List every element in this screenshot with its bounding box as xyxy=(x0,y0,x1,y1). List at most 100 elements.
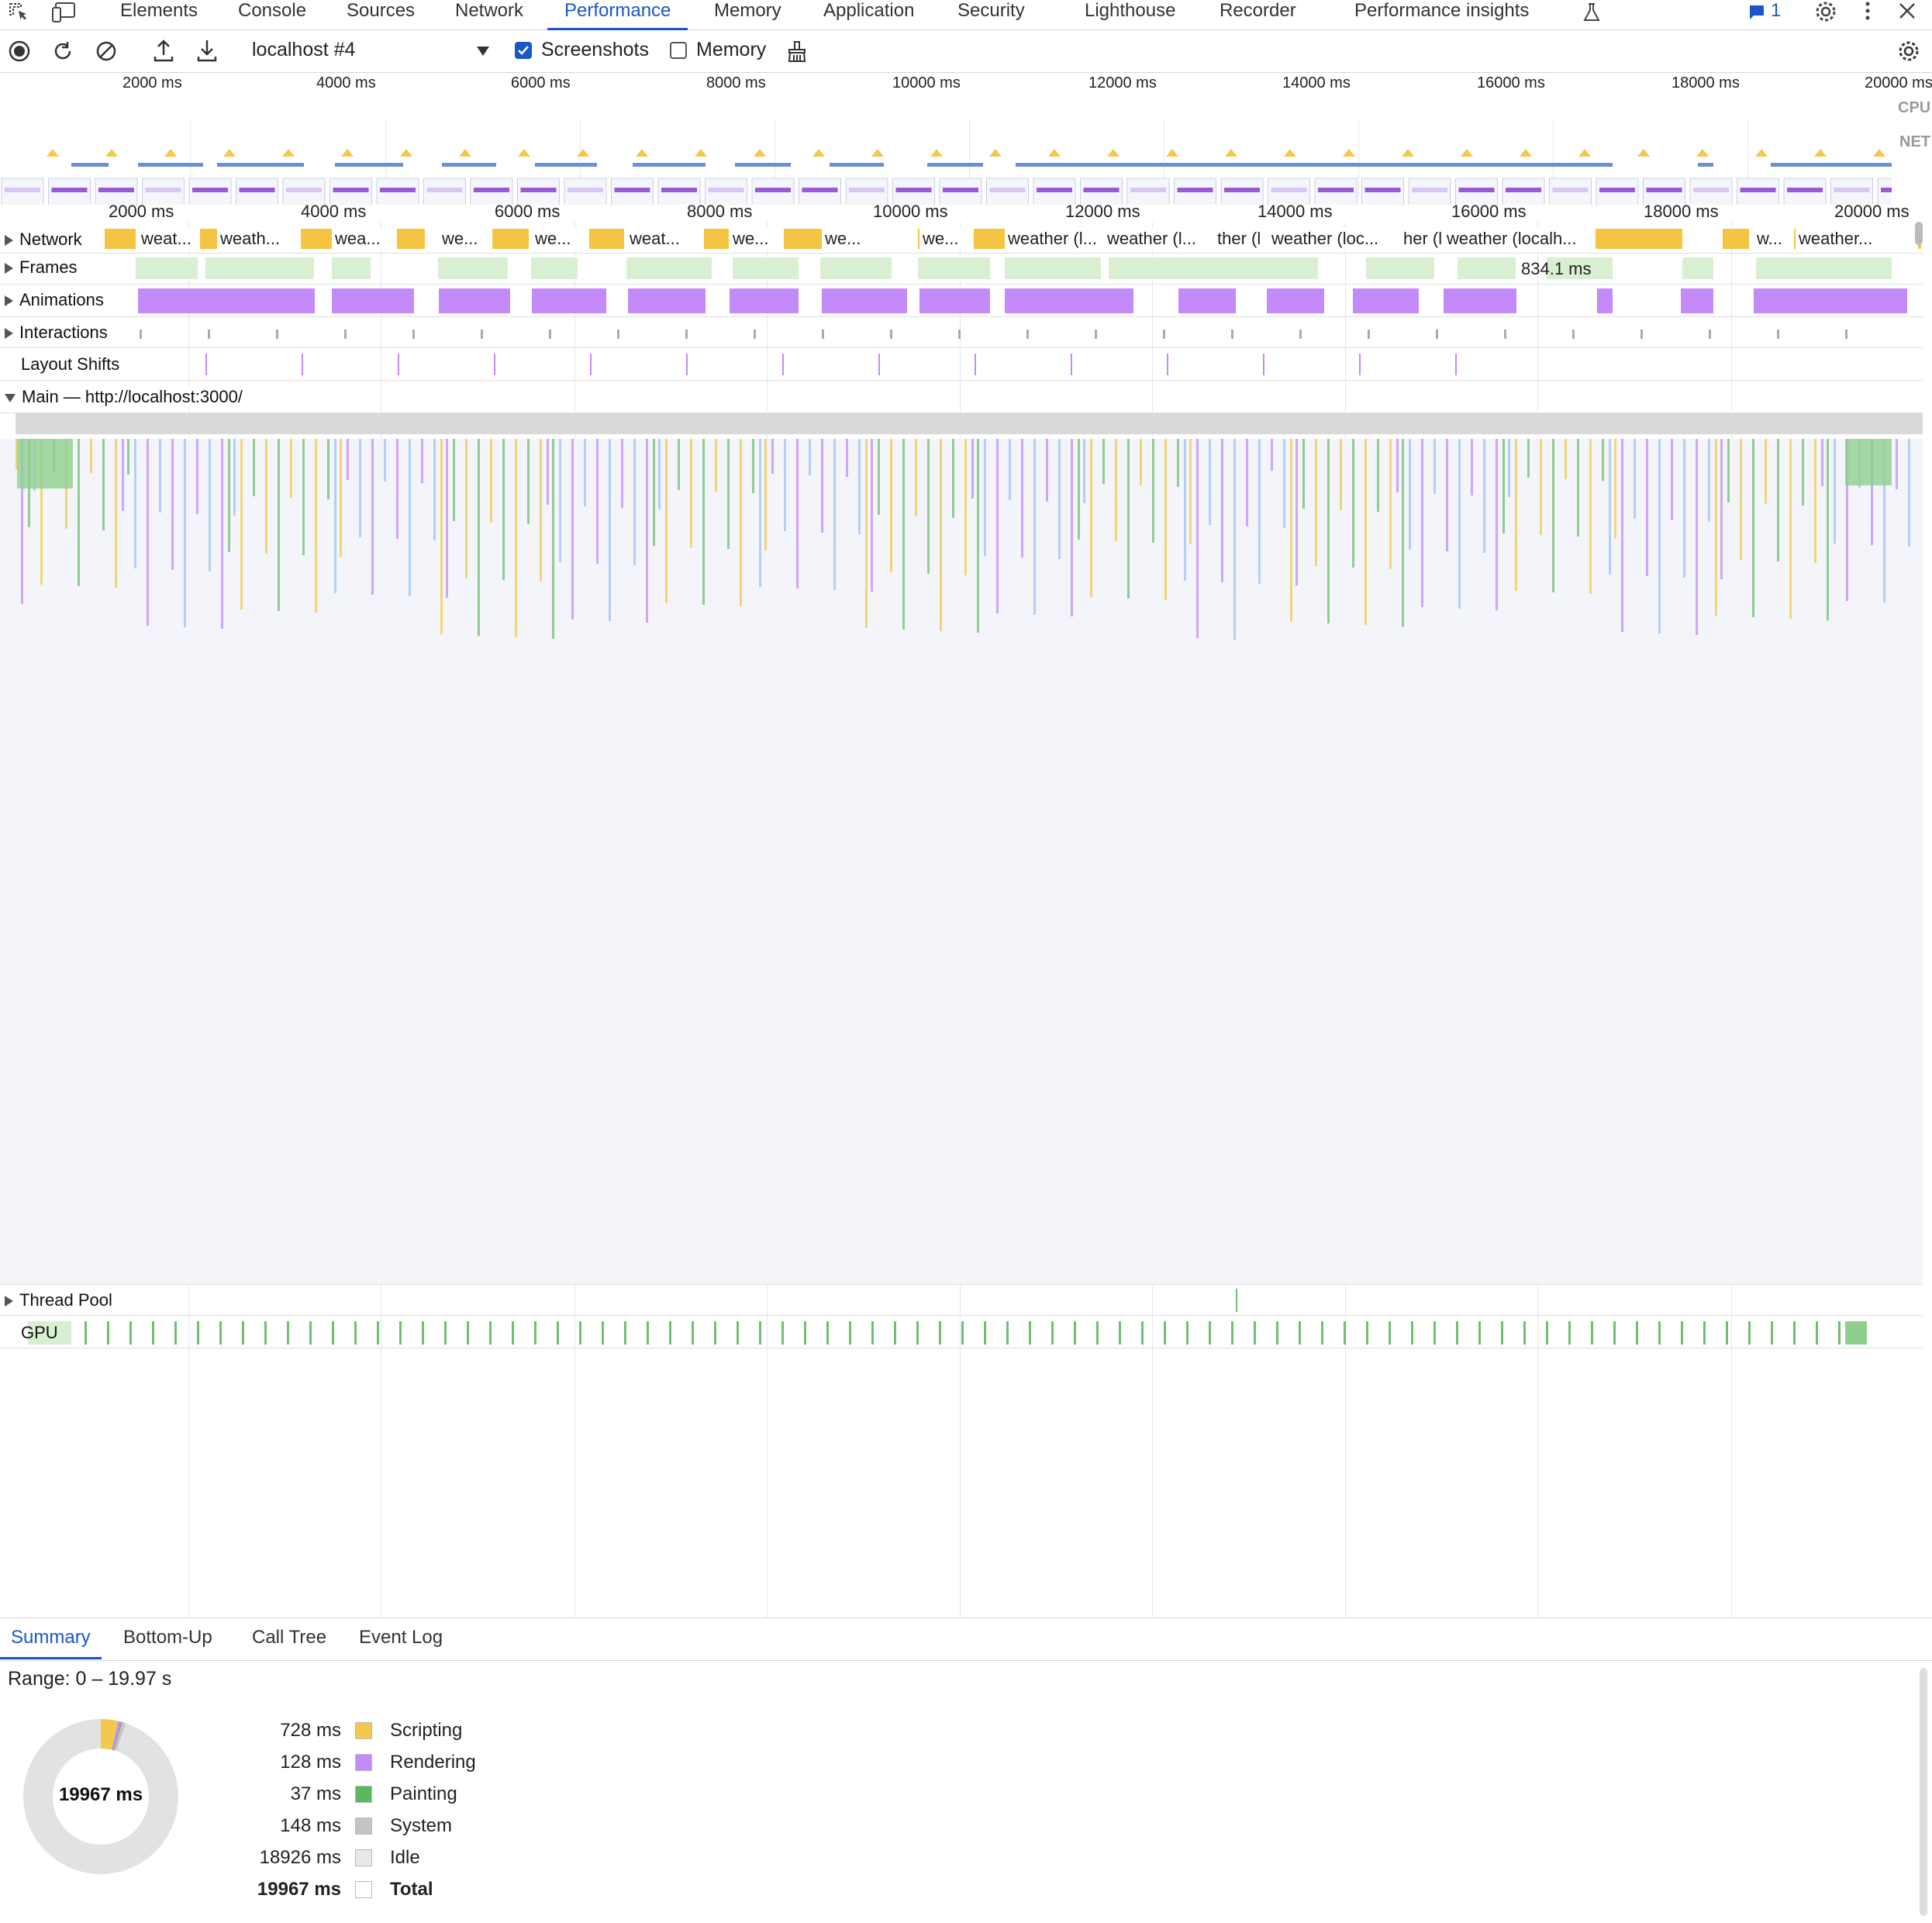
tab-bottom-up[interactable]: Bottom-Up xyxy=(123,1618,212,1657)
reload-record-icon[interactable] xyxy=(51,40,74,67)
network-request[interactable]: weather (l... xyxy=(1005,228,1106,250)
expand-arrow-icon[interactable] xyxy=(5,328,13,340)
legend-swatch xyxy=(355,1754,372,1771)
network-request[interactable]: weather... xyxy=(1796,228,1912,250)
gpu-event xyxy=(1793,1321,1796,1345)
network-request[interactable]: we... xyxy=(439,228,485,250)
flame-event xyxy=(115,439,117,588)
flame-event xyxy=(1078,439,1080,540)
profile-select[interactable]: localhost #4 xyxy=(252,36,355,63)
flame-event xyxy=(653,439,655,546)
network-request[interactable]: her (l xyxy=(1400,228,1444,250)
flame-event xyxy=(846,439,848,477)
network-request[interactable]: weath... xyxy=(217,228,301,250)
memory-checkbox[interactable] xyxy=(670,42,687,59)
overview-tick: 14000 ms xyxy=(1282,74,1351,91)
cpu-spike xyxy=(105,149,118,157)
more-options-icon[interactable] xyxy=(1862,0,1873,27)
cpu-spike xyxy=(1578,149,1591,157)
flame-event xyxy=(665,439,668,603)
network-request[interactable]: wea... xyxy=(332,228,394,250)
summary-scrollbar[interactable] xyxy=(1920,1668,1927,1916)
network-request[interactable]: w... xyxy=(1754,228,1792,250)
collapse-arrow-icon[interactable] xyxy=(5,393,16,402)
network-request[interactable]: we... xyxy=(730,228,784,250)
tab-recorder[interactable]: Recorder xyxy=(1220,0,1296,28)
flame-event xyxy=(633,439,636,565)
screenshots-checkbox[interactable] xyxy=(515,42,532,59)
cpu-spike xyxy=(47,149,59,157)
network-track-label[interactable]: Network xyxy=(5,229,88,250)
network-request[interactable]: we... xyxy=(532,228,578,250)
layout-shift-marker xyxy=(878,354,880,375)
interactions-track-label[interactable]: Interactions xyxy=(5,322,112,344)
gpu-event xyxy=(1366,1321,1368,1345)
network-request[interactable]: weather (l... xyxy=(1104,228,1213,250)
expand-arrow-icon[interactable] xyxy=(5,295,13,307)
network-request[interactable]: we... xyxy=(919,228,974,250)
expand-arrow-icon[interactable] xyxy=(5,1296,13,1307)
chevron-down-icon[interactable] xyxy=(476,46,490,60)
tab-lighthouse[interactable]: Lighthouse xyxy=(1085,0,1175,28)
tab-security[interactable]: Security xyxy=(957,0,1025,28)
flame-event xyxy=(1589,439,1592,594)
tab-application[interactable]: Application xyxy=(823,0,914,28)
ruler-tick: 2000 ms xyxy=(109,202,174,221)
tab-call-tree[interactable]: Call Tree xyxy=(252,1618,326,1657)
tab-elements[interactable]: Elements xyxy=(120,0,198,28)
flame-event xyxy=(927,439,930,574)
network-activity-bar xyxy=(830,163,884,167)
network-request[interactable]: weat... xyxy=(138,228,200,250)
frames-track-label[interactable]: Frames xyxy=(5,257,82,278)
load-profile-icon[interactable] xyxy=(152,38,175,67)
tab-performance[interactable]: Performance xyxy=(547,0,688,30)
issues-icon[interactable] xyxy=(1747,3,1766,26)
timeline-overview[interactable]: 2000 ms 4000 ms 6000 ms 8000 ms 10000 ms… xyxy=(0,73,1932,205)
flame-event xyxy=(1290,439,1292,622)
layout-shift-marker xyxy=(1071,354,1072,375)
gpu-event xyxy=(264,1321,267,1345)
issues-count[interactable]: 1 xyxy=(1771,0,1781,22)
settings-gear-icon[interactable] xyxy=(1814,0,1837,27)
network-request[interactable]: we... xyxy=(822,228,876,250)
tab-memory[interactable]: Memory xyxy=(714,0,781,28)
record-icon[interactable] xyxy=(8,40,31,67)
inspect-element-icon[interactable] xyxy=(8,2,31,27)
animations-track-label[interactable]: Animations xyxy=(5,289,109,311)
save-profile-icon[interactable] xyxy=(195,38,219,67)
flame-event xyxy=(1540,439,1542,535)
close-devtools-icon[interactable] xyxy=(1898,2,1916,24)
device-toolbar-icon[interactable] xyxy=(51,2,78,27)
track-separator xyxy=(0,380,1923,381)
network-request[interactable]: weather (loc... xyxy=(1268,228,1392,250)
gpu-event xyxy=(871,1321,874,1345)
clear-icon[interactable] xyxy=(95,40,118,67)
network-request[interactable]: weat... xyxy=(626,228,704,250)
thread-pool-track-label[interactable]: Thread Pool xyxy=(5,1289,117,1311)
flame-chart[interactable]: weat... weath... wea... we... we... weat... we… xyxy=(0,222,1923,1617)
tab-console[interactable]: Console xyxy=(238,0,306,28)
expand-arrow-icon[interactable] xyxy=(5,263,13,274)
gpu-event xyxy=(826,1321,829,1345)
expand-arrow-icon[interactable] xyxy=(5,235,13,247)
flame-event xyxy=(1458,439,1461,609)
thumbnail-banner xyxy=(286,188,322,192)
tab-performance-insights[interactable]: Performance insights xyxy=(1354,0,1529,28)
gpu-event xyxy=(961,1321,964,1345)
flame-event xyxy=(552,439,554,639)
network-request[interactable]: ther (l xyxy=(1214,228,1265,250)
main-thread-track-label[interactable]: Main — http://localhost:3000/ xyxy=(5,386,247,408)
details-tab-bar: Summary Bottom-Up Call Tree Event Log xyxy=(0,1617,1932,1661)
tab-summary[interactable]: Summary xyxy=(0,1618,102,1659)
network-request[interactable]: weather (localh... xyxy=(1444,228,1591,250)
thumbnail-banner xyxy=(51,188,88,192)
capture-settings-gear-icon[interactable] xyxy=(1897,40,1920,67)
flame-event xyxy=(1046,439,1048,502)
flame-event xyxy=(1058,439,1061,559)
tab-sources[interactable]: Sources xyxy=(347,0,415,28)
tab-event-log[interactable]: Event Log xyxy=(359,1618,443,1657)
network-track[interactable]: weat... weath... wea... we... we... weat... we… xyxy=(0,228,1923,251)
tab-network[interactable]: Network xyxy=(455,0,523,28)
garbage-collect-icon[interactable] xyxy=(786,40,808,67)
gpu-event xyxy=(219,1321,222,1345)
